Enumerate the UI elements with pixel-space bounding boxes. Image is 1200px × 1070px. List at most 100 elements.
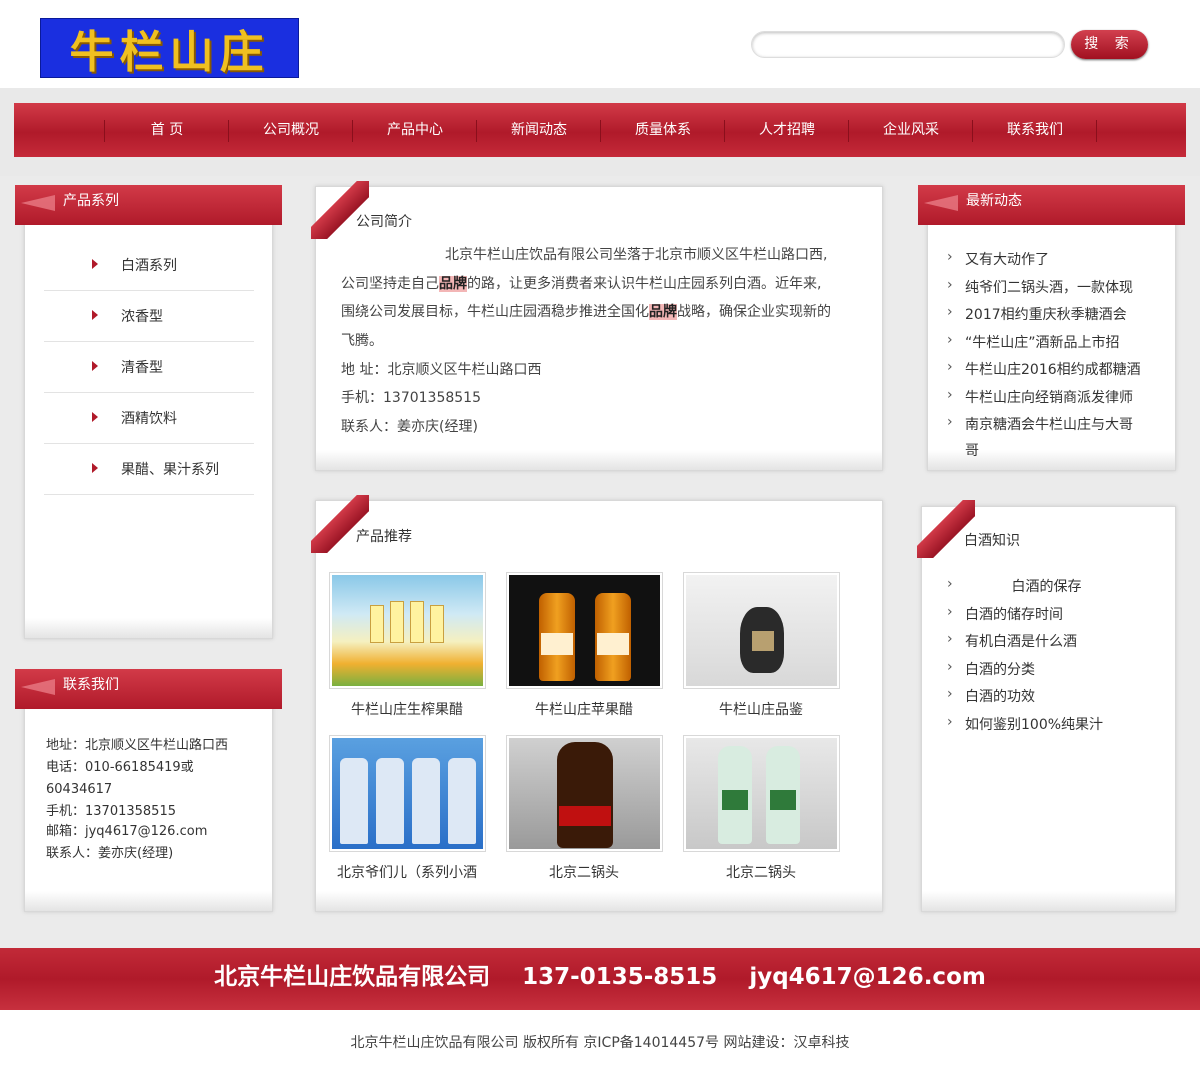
knowledge-text: 白酒的储存时间 (965, 606, 1063, 623)
product-photo (686, 575, 837, 686)
intro-text: 战略，确保企业实现新的 (677, 304, 831, 320)
triangle-bullet-icon (92, 310, 98, 320)
product-image-5[interactable] (506, 735, 663, 852)
knowledge-panel (921, 506, 1176, 912)
intro-line-3: 围绕公司发展目标，牛栏山庄园酒稳步推进全国化品牌战略，确保企业实现新的 (341, 301, 861, 321)
news-text: 南京糖酒会牛栏山庄与大哥 (965, 417, 1133, 433)
news-text: 哥 (965, 443, 979, 459)
jar-shape (430, 605, 444, 643)
contact-line: 手机：13701358515 (46, 804, 176, 819)
product-image-6[interactable] (683, 735, 840, 852)
product-photo (509, 575, 660, 686)
category-item[interactable]: 清香型 (44, 342, 254, 393)
bottle-shape (376, 758, 404, 844)
chevron-right-icon: › (947, 686, 953, 703)
news-text: 牛栏山庄向经销商派发律师 (965, 390, 1133, 406)
product-photo (686, 738, 837, 849)
search-input[interactable] (751, 31, 1065, 58)
product-caption[interactable]: 牛栏山庄生榨果醋 (317, 699, 497, 719)
chevron-right-icon: › (947, 603, 953, 620)
product-caption[interactable]: 牛栏山庄品鉴 (671, 699, 851, 719)
product-image-1[interactable] (329, 572, 486, 689)
brand-highlight: 品牌 (649, 304, 677, 320)
contact-line: 地址：北京顺义区牛栏山路口西 (46, 738, 229, 753)
intro-mobile: 手机：13701358515 (341, 390, 481, 406)
product-photo (509, 738, 660, 849)
jar-shape (370, 605, 384, 643)
brand-highlight: 品牌 (439, 276, 467, 292)
chevron-right-icon: › (947, 631, 953, 648)
category-label: 果醋、果汁系列 (121, 462, 219, 478)
nav-item[interactable]: 产品中心 (353, 103, 477, 157)
product-photo (332, 575, 483, 686)
contact-line: 联系人：姜亦庆(经理) (46, 846, 174, 861)
search-button[interactable]: 搜 索 (1071, 30, 1148, 59)
intro-address: 地 址：北京顺义区牛栏山路口西 (341, 362, 542, 378)
category-item[interactable]: 酒精饮料 (44, 393, 254, 444)
intro-text: 的路，让更多消费者来认识牛栏山庄园系列白酒。近年来, (467, 276, 822, 292)
bottle-shape (557, 742, 613, 848)
panel-footer (316, 450, 882, 470)
product-series-title: 产品系列 (63, 193, 119, 209)
knowledge-text: 白酒的功效 (965, 689, 1035, 706)
bottle-shape (412, 758, 440, 844)
knowledge-text: 白酒的保存 (965, 579, 1082, 595)
jar-shape (390, 601, 404, 643)
nav-item[interactable]: 质量体系 (601, 103, 725, 157)
nav-separator (1096, 120, 1097, 142)
nav-item[interactable]: 人才招聘 (725, 103, 849, 157)
triangle-bullet-icon (92, 463, 98, 473)
chevron-right-icon: › (947, 414, 953, 430)
bottle-shape (448, 758, 476, 844)
nav-item[interactable]: 新闻动态 (477, 103, 601, 157)
label-shape (597, 633, 629, 655)
chevron-right-icon: › (947, 304, 953, 320)
nav-item[interactable]: 首 页 (105, 103, 229, 157)
panel-footer (922, 891, 1175, 911)
news-text: 2017相约重庆秋季糖酒会 (965, 307, 1127, 323)
category-label: 浓香型 (121, 309, 163, 325)
triangle-bullet-icon (92, 361, 98, 371)
category-item[interactable]: 浓香型 (44, 291, 254, 342)
panel-footer (316, 891, 882, 911)
news-text: 纯爷们二锅头酒，一款体现 (965, 280, 1133, 296)
nav-item[interactable]: 企业风采 (849, 103, 973, 157)
company-intro-title: 公司简介 (356, 214, 412, 230)
label-shape (559, 806, 611, 826)
product-image-3[interactable] (683, 572, 840, 689)
chevron-right-icon: › (947, 387, 953, 403)
chevron-right-icon: › (947, 332, 953, 348)
label-shape (541, 633, 573, 655)
product-caption[interactable]: 北京二锅头 (671, 862, 851, 882)
product-caption[interactable]: 北京爷们儿（系列小酒 (317, 862, 497, 882)
product-photo (332, 738, 483, 849)
nav-item[interactable]: 联系我们 (973, 103, 1097, 157)
news-header: 最新动态 (918, 185, 1185, 225)
triangle-bullet-icon (92, 412, 98, 422)
product-image-4[interactable] (329, 735, 486, 852)
chevron-right-icon: › (947, 658, 953, 675)
category-item[interactable]: 果醋、果汁系列 (44, 444, 254, 495)
category-item[interactable]: 白酒系列 (44, 240, 254, 291)
chevron-right-icon: › (947, 249, 953, 265)
nav-item[interactable]: 公司概况 (229, 103, 353, 157)
chevron-right-icon: › (947, 359, 953, 375)
footer-contact: 北京牛栏山庄饮品有限公司 137-0135-8515 jyq4617@126.c… (214, 964, 986, 990)
news-title: 最新动态 (966, 193, 1022, 209)
news-text: 又有大动作了 (965, 252, 1049, 268)
knowledge-text: 有机白酒是什么酒 (965, 634, 1077, 651)
contact-header: 联系我们 (15, 669, 282, 709)
chevron-right-icon: › (947, 714, 953, 730)
chevron-right-icon: › (947, 576, 953, 592)
intro-text: 公司坚持走自己 (341, 276, 439, 292)
site-logo[interactable]: 牛栏山庄 (40, 18, 299, 78)
product-caption[interactable]: 北京二锅头 (494, 862, 674, 882)
contact-line: 电话：010-66185419或 (46, 760, 194, 775)
knowledge-text: 白酒的分类 (965, 661, 1035, 678)
intro-contact: 联系人：姜亦庆(经理) (341, 419, 478, 435)
category-label: 清香型 (121, 360, 163, 376)
product-series-header: 产品系列 (15, 185, 282, 225)
chevron-right-icon: › (947, 277, 953, 293)
product-image-2[interactable] (506, 572, 663, 689)
product-caption[interactable]: 牛栏山庄苹果醋 (494, 699, 674, 719)
